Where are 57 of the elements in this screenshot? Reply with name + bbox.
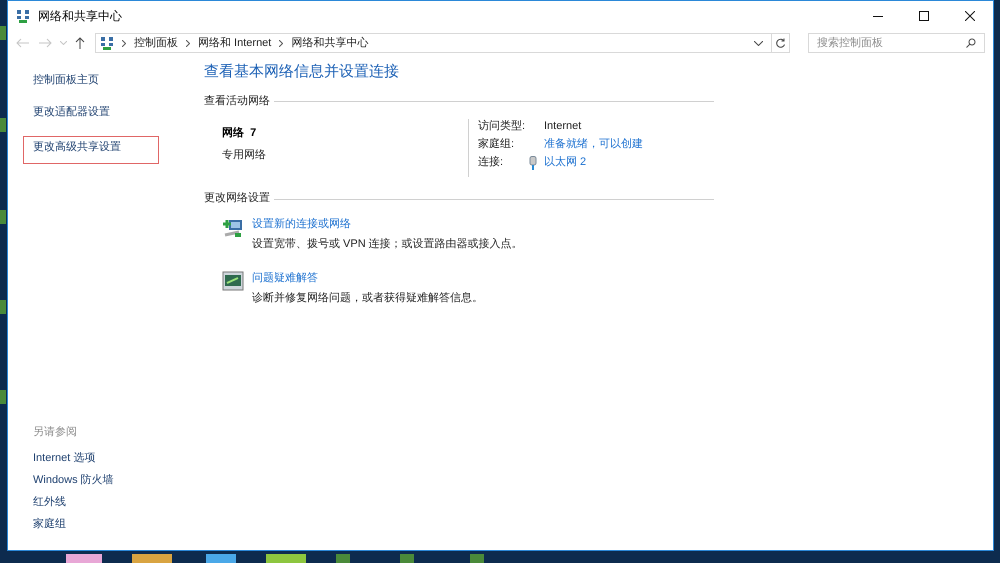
chevron-icon — [279, 40, 284, 46]
breadcrumb[interactable]: 网络和 Internet — [198, 34, 272, 52]
sidebar-link[interactable]: 控制面板主页 — [33, 72, 202, 94]
section-heading: 更改网络设置 — [204, 191, 270, 206]
connection-link[interactable]: 以太网 2 — [544, 154, 586, 171]
desktop-icon[interactable] — [0, 300, 6, 314]
breadcrumb[interactable]: 网络和共享中心 — [291, 34, 368, 52]
see-also-link[interactable]: Internet 选项 — [33, 450, 202, 472]
forward-icon[interactable] — [38, 38, 52, 48]
desktop-icon[interactable] — [0, 390, 6, 404]
desktop-icon[interactable] — [132, 554, 172, 563]
network-icon — [100, 36, 114, 50]
sidebar-link[interactable]: 更改高级共享设置 — [23, 136, 159, 164]
desktop-icon[interactable] — [0, 210, 6, 224]
maximize-icon — [919, 11, 929, 21]
task-link[interactable]: 问题疑难解答 — [252, 270, 483, 286]
task-description: 诊断并修复网络问题，或者获得疑难解答信息。 — [252, 290, 483, 306]
network-icon — [16, 9, 30, 23]
dropdown-icon[interactable] — [754, 40, 763, 46]
see-also-link[interactable]: 红外线 — [33, 494, 202, 516]
ethernet-plug-icon — [528, 156, 538, 170]
search-field[interactable]: 搜索控制面板 — [808, 33, 985, 53]
address-bar[interactable]: 控制面板 网络和 Internet 网络和共享中心 — [95, 33, 790, 53]
chevron-icon — [122, 40, 126, 46]
up-icon[interactable] — [75, 37, 85, 49]
task-link[interactable]: 设置新的连接或网络 — [252, 216, 523, 232]
page-title: 查看基本网络信息并设置连接 — [204, 62, 400, 82]
desktop-icon[interactable] — [206, 554, 236, 563]
refresh-icon — [775, 38, 786, 48]
network-type: 专用网络 — [222, 148, 267, 162]
homegroup-link[interactable]: 准备就绪，可以创建 — [544, 136, 643, 153]
see-also-heading: 另请参阅 — [33, 424, 78, 440]
desktop-icon[interactable] — [0, 118, 6, 132]
back-icon[interactable] — [16, 38, 30, 48]
chevron-icon — [186, 40, 190, 46]
breadcrumb[interactable]: 控制面板 — [134, 34, 178, 52]
see-also-link[interactable]: 家庭组 — [33, 516, 202, 538]
desktop-icon[interactable] — [266, 554, 306, 563]
task-description: 设置宽带、拨号或 VPN 连接；或设置路由器或接入点。 — [252, 236, 523, 252]
desktop-icon[interactable] — [66, 554, 102, 563]
detail-label: 家庭组: — [478, 136, 516, 152]
see-also-link[interactable]: Windows 防火墙 — [33, 472, 202, 494]
section-heading: 查看活动网络 — [204, 94, 270, 108]
network-name: 网络 7 — [222, 126, 258, 141]
search-input[interactable]: 搜索控制面板 — [817, 34, 966, 52]
sidebar-link[interactable]: 更改适配器设置 — [33, 104, 202, 126]
detail-label: 连接: — [478, 154, 504, 170]
window-title: 网络和共享中心 — [38, 8, 122, 25]
desktop-icon[interactable] — [400, 554, 414, 563]
desktop-icon[interactable] — [336, 554, 350, 563]
search-icon — [966, 38, 976, 48]
desktop-icon[interactable] — [470, 554, 484, 563]
desktop-icon[interactable] — [0, 26, 6, 40]
monitor-icon — [222, 270, 244, 290]
close-icon — [965, 11, 975, 21]
detail-label: 访问类型: — [478, 118, 526, 134]
detail-value: Internet — [544, 119, 582, 134]
